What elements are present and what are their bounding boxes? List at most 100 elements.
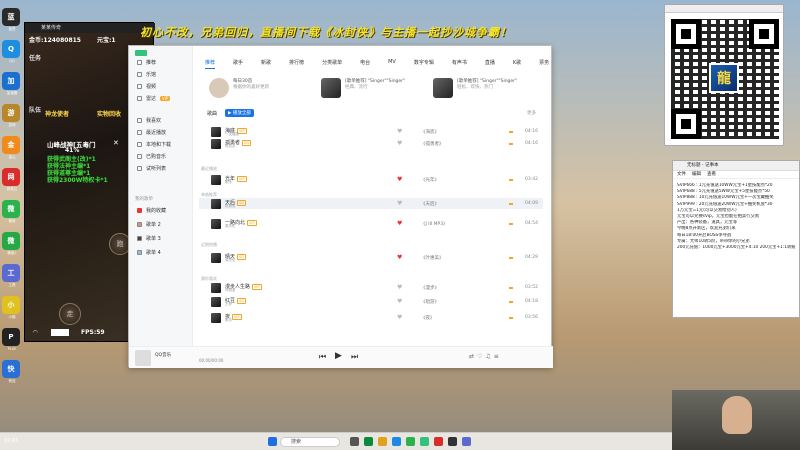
song-cover[interactable]	[211, 198, 221, 209]
desktop-app-icon[interactable]: Q	[2, 40, 20, 58]
folder-icon[interactable]	[378, 437, 387, 446]
song-album[interactable]: 《光年》	[421, 177, 439, 183]
song-cover[interactable]	[211, 126, 221, 137]
tab-categories[interactable]: 分类歌单	[322, 59, 342, 69]
song-row[interactable]: 一路向北 VIP 周杰伦 ♥ 《J III MP3》 04:54	[199, 218, 543, 229]
app-icon[interactable]	[364, 437, 373, 446]
sidebar-item-local[interactable]: 本地和下载	[137, 140, 171, 148]
playlist-item[interactable]: 我的收藏	[137, 206, 166, 214]
desktop-app-icon[interactable]: 游	[2, 104, 20, 122]
song-artist[interactable]: 一支榴莲	[225, 132, 239, 137]
song-album[interactable]: 《天后》	[421, 201, 439, 207]
song-artist[interactable]: 歌手	[225, 180, 232, 185]
notepad-window[interactable]: 无标题 - 记事本 文件 编辑 查看 SVIP666 : 1元充值送10WW元宝…	[672, 160, 800, 318]
heart-icon[interactable]: ♥	[397, 128, 402, 135]
song-cover[interactable]	[211, 174, 221, 185]
close-icon[interactable]: ✕	[113, 139, 119, 147]
song-artist[interactable]: 王菲	[225, 302, 232, 307]
notepad-text[interactable]: SVIP666 : 1元充值送10WW元宝+1星技能点*20 SVIP688 : …	[673, 179, 799, 251]
playlist-item[interactable]: 歌单 4	[137, 248, 161, 256]
sidebar-item-radar[interactable]: 雷达 VIP	[137, 94, 171, 102]
tab-recommend[interactable]: 推荐	[205, 59, 216, 69]
desktop-app-icon[interactable]: 金	[2, 136, 20, 154]
start-icon[interactable]	[268, 437, 277, 446]
tab-ktv[interactable]: K歌	[513, 59, 521, 69]
desktop-app-icon[interactable]: P	[2, 328, 20, 346]
tab-radio[interactable]: 电台	[360, 59, 370, 69]
sidebar-item-recommend[interactable]: 推荐	[137, 58, 156, 66]
song-album[interactable]: 《海底》	[421, 129, 439, 135]
menu-view[interactable]: 查看	[707, 171, 716, 178]
sidebar-item-purchased[interactable]: 已购音乐	[137, 152, 166, 160]
sidebar-item-liked[interactable]: 我喜欢	[137, 116, 161, 124]
sidebar-item-library[interactable]: 乐馆	[137, 70, 156, 78]
heart-icon[interactable]: ♥	[397, 200, 402, 207]
song-album[interactable]: 《孤勇者》	[421, 141, 444, 147]
song-album[interactable]: 《叶惠美》	[421, 255, 444, 261]
game-titlebar[interactable]: 某某传奇	[25, 23, 155, 33]
walk-button[interactable]: 走	[59, 303, 81, 325]
song-album[interactable]: 《漫步》	[421, 285, 439, 291]
song-row[interactable]: 孤勇者 SQ 陈奕迅 ♥ 《孤勇者》 04:16	[199, 138, 543, 149]
desktop-app-icon[interactable]: 微	[2, 200, 20, 218]
tab-mv[interactable]: MV	[388, 59, 396, 69]
song-cover[interactable]	[211, 296, 221, 307]
heart-icon[interactable]: ♥	[397, 254, 402, 261]
recommend-card[interactable]: [歌单推荐] "Singer""Singer" 经典、流行	[321, 78, 405, 100]
next-icon[interactable]: ⏭	[351, 352, 358, 362]
song-row[interactable]: 夜 VIP 歌手 ♥ 《夜》 03:56	[199, 312, 543, 323]
desktop-app-icon[interactable]: 网	[2, 168, 20, 186]
playlist-item[interactable]: 歌单 3	[137, 234, 161, 242]
tab-audiobook[interactable]: 有声书	[452, 59, 467, 69]
song-artist[interactable]: 周杰伦	[225, 258, 236, 263]
song-row[interactable]: 海底 VIP 一支榴莲 ♥ 《海底》 04:16	[199, 126, 543, 137]
tab-singer[interactable]: 歌手	[233, 59, 243, 69]
song-artist[interactable]: 陈势安	[225, 204, 236, 209]
prev-icon[interactable]: ⏮	[319, 352, 326, 362]
tab-charts[interactable]: 排行榜	[289, 59, 304, 69]
song-cover[interactable]	[211, 312, 221, 323]
tab-tickets[interactable]: 票务	[539, 59, 549, 69]
song-row[interactable]: 晴天 SQ 周杰伦 ♥ 《叶惠美》 04:29	[199, 252, 543, 263]
tool-icon[interactable]	[462, 437, 471, 446]
tab-new-songs[interactable]: 新歌	[261, 59, 271, 69]
recommend-card[interactable]: 每日30首 根据你的喜好更新	[209, 78, 269, 100]
song-row[interactable]: 光年 VIP 歌手 ♥ 《光年》 03:42	[199, 174, 543, 185]
desktop-app-icon[interactable]: 加	[2, 72, 20, 90]
song-cover[interactable]	[211, 218, 221, 229]
sidebar-item-recent[interactable]: 最近播放	[137, 128, 166, 136]
chat-input[interactable]	[51, 329, 69, 336]
song-artist[interactable]: 歌手	[225, 318, 232, 323]
music-icon[interactable]	[420, 437, 429, 446]
song-album[interactable]: 《唱游》	[421, 299, 439, 305]
song-cover[interactable]	[211, 252, 221, 263]
tab-task[interactable]: 任务	[29, 53, 41, 62]
heart-icon[interactable]: ♥	[397, 298, 402, 305]
sidebar-item-trial[interactable]: 试听列表	[137, 164, 166, 172]
heart-icon[interactable]: ♥	[397, 314, 402, 321]
song-album[interactable]: 《J III MP3》	[421, 221, 448, 227]
now-playing-cover[interactable]	[135, 350, 151, 366]
menu-edit[interactable]: 编辑	[692, 171, 701, 178]
video-icon[interactable]	[434, 437, 443, 446]
more-link[interactable]: 更多	[527, 110, 536, 116]
desktop-app-icon[interactable]: 快	[2, 360, 20, 378]
heart-icon[interactable]: ♥	[397, 220, 402, 227]
song-cover[interactable]	[211, 138, 221, 149]
desktop-app-icon[interactable]: 小	[2, 296, 20, 314]
tab-albums[interactable]: 数字专辑	[414, 59, 434, 69]
game-icon[interactable]	[448, 437, 457, 446]
wechat-icon[interactable]	[406, 437, 415, 446]
edge-icon[interactable]	[392, 437, 401, 446]
song-artist[interactable]: 陈奕迅	[225, 144, 236, 149]
play-all-button[interactable]: ▶ 播放全部	[225, 109, 254, 117]
music-app-window[interactable]: 推荐 乐馆 视频 雷达 VIP 我喜欢 最近播放 本地和下载 已购音乐 试听列表 …	[128, 45, 553, 368]
song-row[interactable]: 漫步人生路 VIP 邓丽君 ♥ 《漫步》 03:52	[199, 282, 543, 293]
desktop-app-icon[interactable]: 微	[2, 232, 20, 250]
heart-icon[interactable]: ♥	[397, 284, 402, 291]
playlist-item[interactable]: 歌单 2	[137, 220, 161, 228]
tab-live[interactable]: 直播	[485, 59, 495, 69]
song-artist[interactable]: 周杰伦	[225, 224, 236, 229]
play-icon[interactable]: ▶	[335, 351, 342, 361]
song-cover[interactable]	[211, 282, 221, 293]
